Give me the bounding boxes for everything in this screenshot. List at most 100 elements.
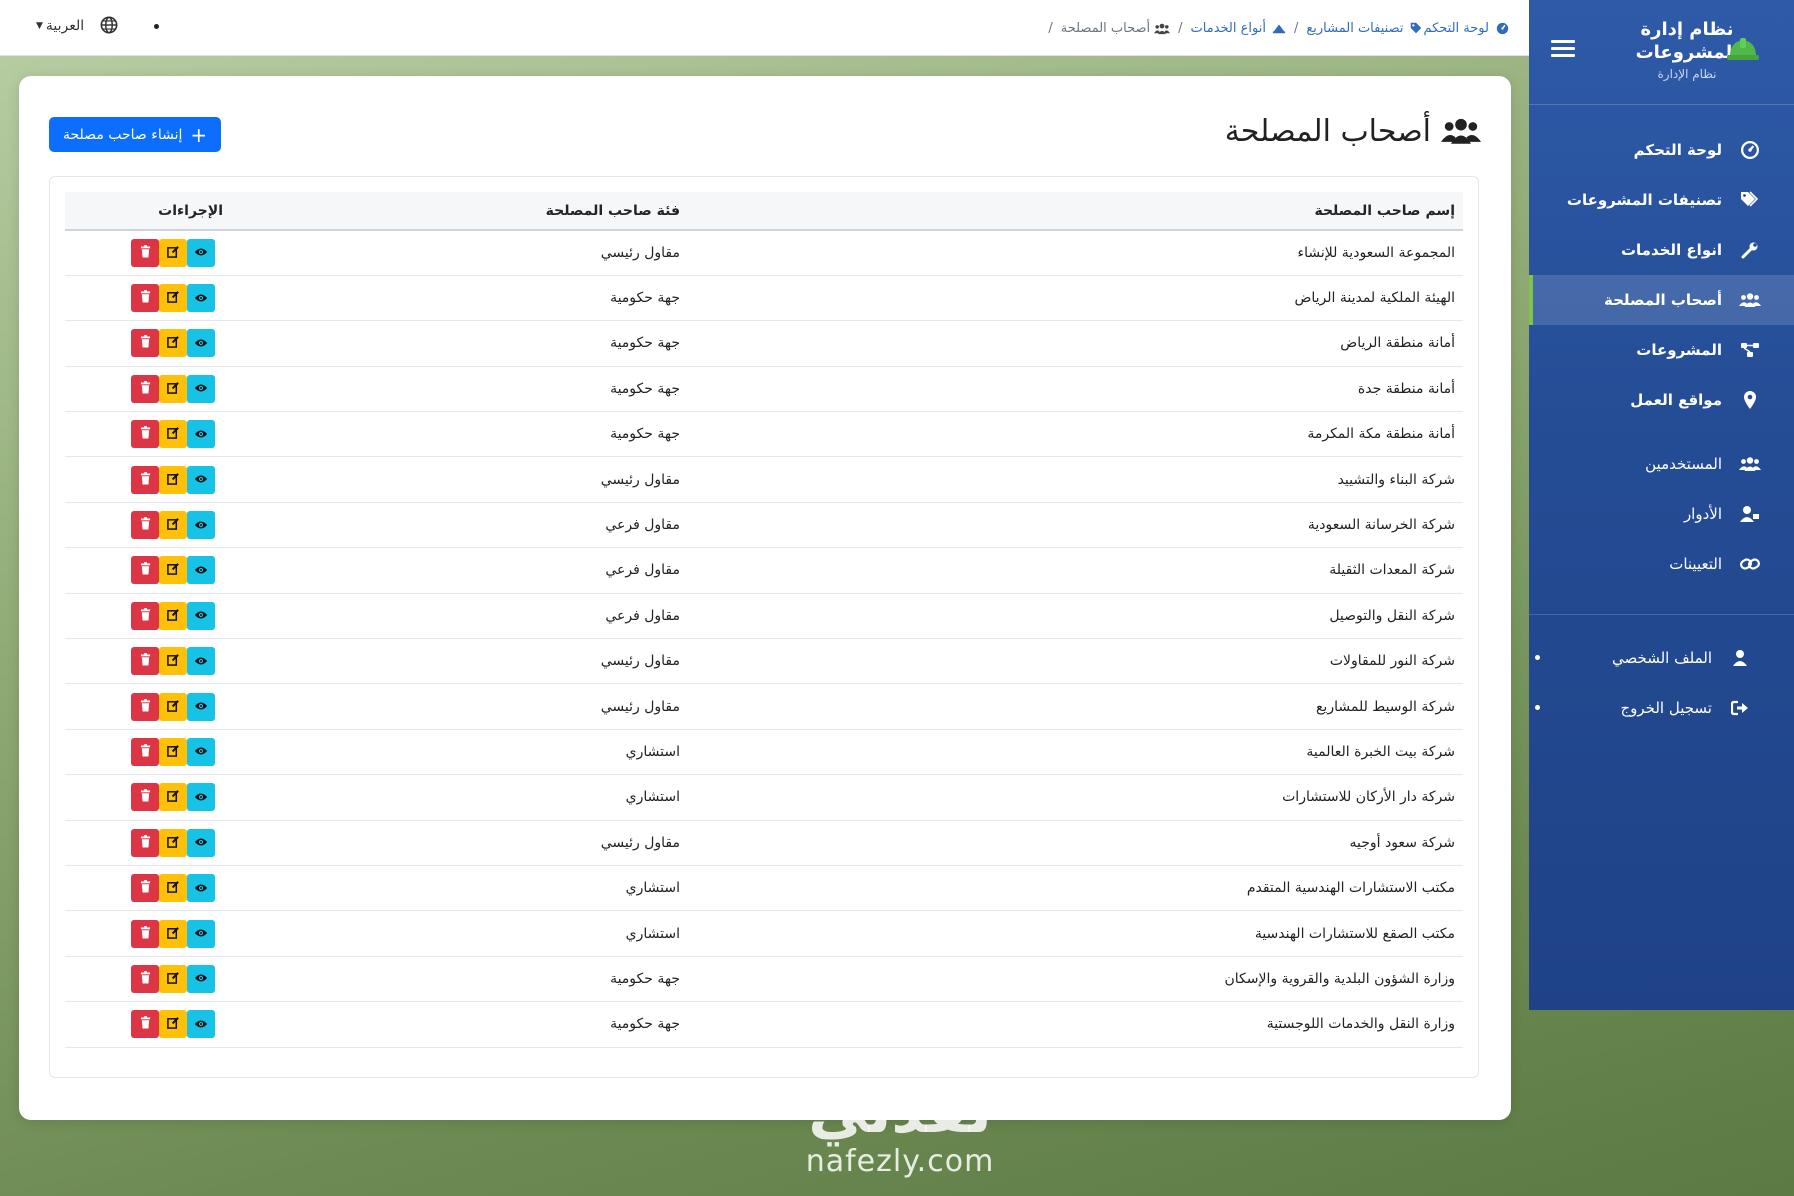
edit-button[interactable]: [159, 737, 187, 766]
link-icon: [1736, 553, 1764, 575]
view-button[interactable]: [187, 556, 215, 585]
edit-button[interactable]: [159, 420, 187, 449]
edit-button[interactable]: [159, 647, 187, 676]
delete-button[interactable]: [131, 465, 159, 494]
view-button[interactable]: [187, 284, 215, 313]
view-button[interactable]: [187, 374, 215, 403]
edit-button[interactable]: [159, 284, 187, 313]
eye-icon: [194, 472, 208, 487]
trash-icon: [140, 834, 151, 851]
stakeholder-category-cell: مقاول فرعي: [288, 593, 688, 640]
sidebar-item-dashboard[interactable]: لوحة التحكم: [1529, 125, 1794, 175]
edit-button[interactable]: [159, 511, 187, 540]
view-button[interactable]: [187, 601, 215, 630]
view-button[interactable]: [187, 919, 215, 948]
delete-button[interactable]: [131, 692, 159, 721]
row-actions: [73, 919, 280, 948]
stakeholder-category-cell: استشاري: [288, 865, 688, 912]
stakeholder-category-cell: استشاري: [288, 729, 688, 776]
delete-button[interactable]: [131, 783, 159, 812]
view-button[interactable]: [187, 964, 215, 993]
row-actions: [73, 783, 280, 812]
edit-button[interactable]: [159, 964, 187, 993]
delete-button[interactable]: [131, 737, 159, 766]
breadcrumb-item-services[interactable]: أنواع الخدمات: [1191, 20, 1286, 36]
table-row: شركة سعود أوجيه مقاول رئيسي: [65, 820, 1463, 866]
users-icon: [1736, 289, 1764, 311]
delete-button[interactable]: [131, 964, 159, 993]
edit-icon: [166, 699, 180, 715]
top-navbar: لوحة التحكم تصنيفات المشاريع / أنواع الخ…: [0, 0, 1529, 56]
view-button[interactable]: [187, 874, 215, 903]
menu-dot-icon[interactable]: [154, 23, 160, 29]
view-button[interactable]: [187, 238, 215, 267]
edit-button[interactable]: [159, 828, 187, 857]
delete-button[interactable]: [131, 1010, 159, 1039]
view-button[interactable]: [187, 420, 215, 449]
delete-button[interactable]: [131, 511, 159, 540]
actions-cell: [65, 230, 288, 276]
eye-icon: [194, 427, 208, 442]
view-button[interactable]: [187, 329, 215, 358]
sidebar-item-work-sites[interactable]: مواقع العمل: [1529, 375, 1794, 425]
sidebar-item-service-types[interactable]: انواع الخدمات: [1529, 225, 1794, 275]
create-stakeholder-button[interactable]: + إنشاء صاحب مصلحة: [49, 117, 222, 152]
edit-button[interactable]: [159, 329, 187, 358]
sidebar-item-roles[interactable]: الأدوار: [1529, 489, 1794, 539]
edit-button[interactable]: [159, 783, 187, 812]
sidebar-item-profile[interactable]: الملف الشخصي: [1529, 633, 1794, 683]
actions-cell: [65, 1001, 288, 1048]
row-actions: [73, 601, 280, 630]
edit-button[interactable]: [159, 556, 187, 585]
sidebar-item-stakeholders[interactable]: أصحاب المصلحة: [1529, 275, 1794, 325]
sidebar-toggle-button[interactable]: [1551, 40, 1575, 60]
sidebar-item-users[interactable]: المستخدمين: [1529, 439, 1794, 489]
delete-button[interactable]: [131, 420, 159, 449]
sidebar-item-logout[interactable]: تسجيل الخروج: [1529, 683, 1794, 733]
view-button[interactable]: [187, 828, 215, 857]
language-dropdown[interactable]: ▼ العربية: [36, 18, 84, 34]
delete-button[interactable]: [131, 238, 159, 267]
stakeholder-name-cell: شركة سعود أوجيه: [688, 820, 1463, 866]
edit-button[interactable]: [159, 1010, 187, 1039]
view-button[interactable]: [187, 692, 215, 721]
table-row: شركة دار الأركان للاستشارات استشاري: [65, 774, 1463, 821]
delete-button[interactable]: [131, 828, 159, 857]
delete-button[interactable]: [131, 647, 159, 676]
sidebar-item-project-categories[interactable]: تصنيفات المشروعات: [1529, 175, 1794, 225]
edit-icon: [166, 472, 180, 488]
sidebar-item-assignments[interactable]: التعيينات: [1529, 539, 1794, 589]
edit-button[interactable]: [159, 874, 187, 903]
view-button[interactable]: [187, 737, 215, 766]
edit-button[interactable]: [159, 238, 187, 267]
breadcrumb-item-dashboard[interactable]: لوحة التحكم: [1423, 20, 1509, 36]
delete-button[interactable]: [131, 374, 159, 403]
view-button[interactable]: [187, 511, 215, 540]
delete-button[interactable]: [131, 874, 159, 903]
stakeholder-category-cell: جهة حكومية: [288, 275, 688, 322]
edit-button[interactable]: [159, 919, 187, 948]
view-button[interactable]: [187, 783, 215, 812]
view-button[interactable]: [187, 1010, 215, 1039]
edit-button[interactable]: [159, 374, 187, 403]
breadcrumb-item-categories[interactable]: تصنيفات المشاريع: [1306, 20, 1423, 36]
stakeholder-name-cell: شركة البناء والتشييد: [688, 456, 1463, 503]
edit-button[interactable]: [159, 601, 187, 630]
delete-button[interactable]: [131, 284, 159, 313]
delete-button[interactable]: [131, 919, 159, 948]
edit-button[interactable]: [159, 692, 187, 721]
topbar-tools: ▼ العربية: [36, 0, 160, 52]
stakeholder-name-cell: أمانة منطقة الرياض: [688, 320, 1463, 367]
edit-button[interactable]: [159, 465, 187, 494]
sidebar-item-projects[interactable]: المشروعات: [1529, 325, 1794, 375]
delete-button[interactable]: [131, 329, 159, 358]
view-button[interactable]: [187, 647, 215, 676]
hard-hat-logo-icon: [1726, 36, 1760, 62]
delete-button[interactable]: [131, 556, 159, 585]
delete-button[interactable]: [131, 601, 159, 630]
globe-icon[interactable]: [100, 16, 120, 36]
view-button[interactable]: [187, 465, 215, 494]
actions-cell: [65, 820, 288, 866]
edit-icon: [166, 335, 180, 351]
row-actions: [73, 692, 280, 721]
